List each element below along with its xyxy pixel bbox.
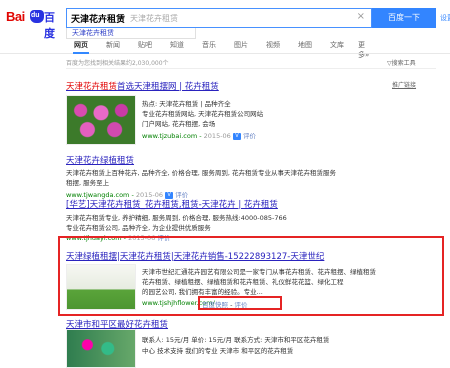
verified-badge-icon: V <box>232 132 241 140</box>
result-feedback-link[interactable]: 评价 <box>243 132 256 140</box>
tab-images[interactable]: 图片 <box>234 40 248 50</box>
tab-zhidao[interactable]: 知道 <box>170 40 184 50</box>
search-tools-label: 搜索工具 <box>391 60 416 67</box>
tab-more[interactable]: 更多» <box>358 40 376 60</box>
result-snippet-line: 联系人: 15元/月 单价: 15元/月 联系方式: 天津市和平区花卉租赁 <box>142 336 330 344</box>
search-suggestion[interactable]: 天津花卉租赁 <box>66 28 196 39</box>
divider <box>66 68 436 69</box>
result-title-1[interactable]: 天津花卉租赁首选天津租摆网 | 花卉租赁 <box>66 80 219 92</box>
tab-video[interactable]: 视频 <box>266 40 280 50</box>
result-snippet-line: 中心 技术支持 我们的专业 天津市 和平区的花卉租赁 <box>142 347 294 355</box>
search-input[interactable]: 天津花卉租赁 天津花卉租赁 × <box>66 8 372 28</box>
paw-icon <box>30 10 44 23</box>
result-snippet-line: 门户网站, 花卉租摆, 会场 <box>142 120 216 128</box>
result-title-rest: 首选天津租摆网 | 花卉租赁 <box>117 82 219 92</box>
result-url-text: www.tjzubai.com <box>142 132 198 140</box>
result-title-2[interactable]: 天津花卉绿植租赁 <box>66 154 134 166</box>
tab-music[interactable]: 音乐 <box>202 40 216 50</box>
result-actions: 百度快照 - 评价 <box>202 301 248 309</box>
result-title-4[interactable]: 天津绿植租摆|天津花卉租赁|天津花卉销售-15222893127-天津世纪 <box>66 250 324 262</box>
tabs-divider <box>0 53 450 54</box>
tab-wenku[interactable]: 文库 <box>330 40 344 50</box>
tab-web[interactable]: 网页 <box>74 40 88 50</box>
close-icon[interactable]: × <box>357 11 365 22</box>
result-snippet-line: 花卉租赁、绿植租摆、绿植租赁和花卉租赁、礼仪鲜花花篮、绿化工程 <box>142 278 344 286</box>
search-query: 天津花卉租赁 <box>71 15 126 25</box>
search-tabs: 网页 新闻 贴吧 知道 音乐 图片 视频 地图 文库 更多» <box>66 40 376 59</box>
result-snippet-line: 的园艺公司, 我们拥有丰富的经验。专业... <box>142 288 263 296</box>
result-thumbnail-flowers[interactable] <box>66 95 136 145</box>
result-date: 2015-06 <box>203 132 231 140</box>
baidu-logo[interactable]: Bai 百度 <box>6 8 62 40</box>
result-snippet-line: 租摆, 服务至上 <box>66 179 110 187</box>
search-hint: 天津花卉租赁 <box>130 14 178 23</box>
promo-link[interactable]: 推广链接 <box>392 80 416 89</box>
result-count: 百度为您找到相关结果约2,030,000个 <box>66 60 169 67</box>
result-title-3[interactable]: [华艺]天津花卉租赁_花卉租赁,租赁-天津花卉 | 花卉租赁 <box>66 198 278 210</box>
settings-link[interactable]: 设置 <box>440 13 450 23</box>
snapshot-link[interactable]: 百度快照 <box>202 301 228 309</box>
result-snippet-line: 专业花卉租赁公司, 品种齐全, 为企业提供优质服务 <box>66 224 211 232</box>
result-url[interactable]: www.tjzubai.com - 2015-06 V 评价 <box>142 130 256 140</box>
logo-text-left: Bai <box>6 9 25 24</box>
result-snippet-line: 专业花卉租赁网站, 天津花卉租赁公司网站 <box>142 110 264 118</box>
active-tab-indicator <box>73 52 89 54</box>
result-feedback-link[interactable]: 评价 <box>234 301 247 309</box>
result-snippet-line: 热点: 天津花卉租赁 | 品种齐全 <box>142 100 231 108</box>
tab-map[interactable]: 地图 <box>298 40 312 50</box>
search-button[interactable]: 百度一下 <box>372 8 436 28</box>
result-snippet-line: 天津花卉租赁专业, 养护精细, 服务周到, 价格合理, 服务热线:4000-08… <box>66 214 287 222</box>
result-title-highlight: 天津花卉租赁 <box>66 82 118 92</box>
result-snippet-line: 天津市世纪汇通花卉园艺有限公司是一家专门从事花卉租赁、花卉租摆、绿植租赁 <box>142 268 376 276</box>
result-snippet-line: 天津花卉租赁上百种花卉, 品种齐全, 价格合理, 服务周到, 花卉租赁专业从事天… <box>66 169 337 177</box>
logo-text-right: 百度 <box>44 11 55 40</box>
tab-tieba[interactable]: 贴吧 <box>138 40 152 50</box>
result-thumbnail-3[interactable] <box>66 329 136 368</box>
tab-news[interactable]: 新闻 <box>106 40 120 50</box>
result-thumbnail-site[interactable] <box>66 264 136 310</box>
search-tools-link[interactable]: ▽搜索工具 <box>387 58 416 67</box>
